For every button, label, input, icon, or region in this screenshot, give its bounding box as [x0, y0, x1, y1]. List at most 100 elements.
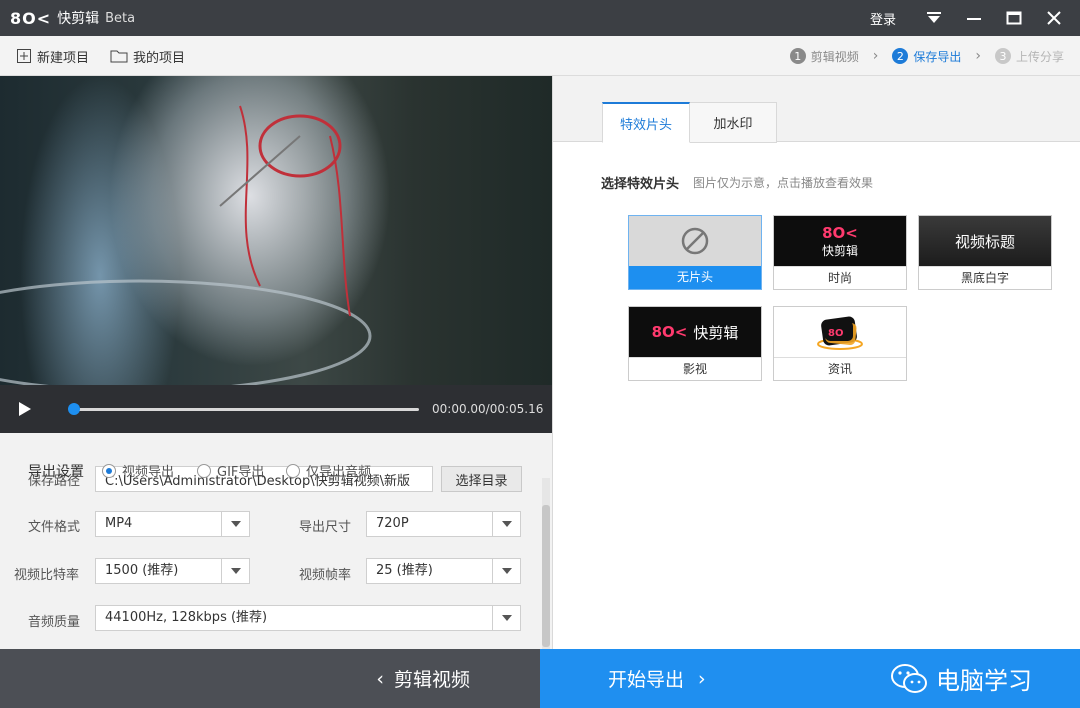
size-select[interactable]: 720P [366, 511, 521, 537]
choose-directory-button[interactable]: 选择目录 [441, 466, 522, 492]
step-upload-share: 3 上传分享 [994, 48, 1064, 65]
radio-audio-only[interactable]: 仅导出音频 [286, 461, 371, 480]
preset-thumb-text: 快剪辑 [693, 323, 739, 342]
format-label: 文件格式 [28, 520, 81, 535]
maximize-button[interactable] [994, 0, 1034, 36]
preset-label: 影视 [629, 357, 761, 380]
prohibited-icon [681, 227, 709, 255]
progress-knob[interactable] [68, 403, 80, 415]
step-label: 剪辑视频 [810, 49, 859, 64]
menu-dropdown-button[interactable] [914, 0, 954, 36]
select-intro-title: 选择特效片头 [601, 177, 680, 192]
login-link[interactable]: 登录 [870, 9, 896, 28]
main-toolbar: 新建项目 我的项目 1 剪辑视频 › 2 保存导出 › 3 上传分享 [0, 36, 1080, 76]
step-indicator: 1 剪辑视频 › 2 保存导出 › 3 上传分享 [789, 36, 1064, 76]
play-icon [19, 402, 31, 416]
start-export-label: 开始导出 [608, 669, 685, 691]
tab-bar: 特效片头 加水印 [553, 76, 1080, 143]
tab-intro-effects[interactable]: 特效片头 [602, 102, 690, 143]
step-label: 保存导出 [913, 49, 962, 64]
settings-scroll-thumb[interactable] [542, 505, 550, 647]
maximize-icon [1006, 11, 1022, 25]
radio-gif-export[interactable]: GIF导出 [197, 461, 264, 480]
progress-track[interactable] [74, 408, 419, 411]
my-projects-label: 我的项目 [133, 50, 186, 66]
back-to-edit-label: 剪辑视频 [393, 669, 470, 691]
timecode: 00:00.00/00:05.16 [432, 402, 544, 416]
watermark-overlay: 电脑学习 [890, 649, 1032, 708]
back-to-edit-button[interactable]: ‹ 剪辑视频 [0, 649, 540, 708]
chevron-right-icon: › [975, 48, 981, 64]
preset-no-intro[interactable]: 无片头 [628, 215, 762, 290]
step-edit-video[interactable]: 1 剪辑视频 [789, 48, 859, 65]
radio-checked-icon [102, 463, 116, 478]
step-number: 3 [994, 48, 1011, 64]
preset-thumb: 8O< 快剪辑 [774, 216, 906, 266]
preset-black-white-text[interactable]: 视频标题 黑底白字 [918, 215, 1052, 290]
dropdown-arrow-icon [221, 559, 249, 583]
start-export-button[interactable]: 开始导出 › 电脑学习 [540, 649, 1080, 708]
intro-effects-panel: 特效片头 加水印 选择特效片头 图片仅为示意，点击播放查看效果 无片头 8O< … [552, 76, 1080, 649]
format-select[interactable]: MP4 [95, 511, 250, 537]
audio-quality-select[interactable]: 44100Hz, 128kbps (推荐) [95, 605, 521, 631]
chevron-left-icon: ‹ [376, 667, 384, 690]
radio-label: 仅导出音频 [306, 465, 372, 480]
bitrate-value: 1500 (推荐) [105, 563, 179, 578]
play-button[interactable] [18, 401, 32, 417]
new-project-button[interactable]: 新建项目 [16, 36, 89, 76]
bitrate-label: 视频比特率 [14, 568, 80, 583]
tab-add-watermark[interactable]: 加水印 [690, 102, 777, 143]
close-button[interactable] [1034, 0, 1074, 36]
app-logo: 8O< [10, 8, 52, 28]
svg-text:8O: 8O [828, 328, 843, 339]
preset-thumb: 8O [774, 307, 906, 357]
preset-thumb-text: 视频标题 [954, 232, 1015, 251]
app-brand: 8O< 快剪辑 Beta [10, 0, 135, 36]
step-save-export[interactable]: 2 保存导出 [892, 48, 961, 65]
plus-box-icon [17, 49, 31, 63]
dropdown-arrow-icon [221, 512, 249, 536]
minimize-icon [967, 18, 981, 20]
audio-quality-value: 44100Hz, 128kbps (推荐) [105, 610, 268, 625]
preset-label: 无片头 [629, 266, 761, 289]
app-edition: Beta [105, 10, 136, 26]
format-value: MP4 [105, 516, 133, 531]
radio-label: 视频导出 [122, 465, 175, 480]
dropdown-arrow-icon [492, 512, 520, 536]
bitrate-select[interactable]: 1500 (推荐) [95, 558, 250, 584]
framerate-label: 视频帧率 [299, 568, 352, 583]
folder-icon [110, 50, 128, 63]
radio-video-export[interactable]: 视频导出 [102, 461, 174, 480]
dropdown-arrow-icon [492, 559, 520, 583]
menu-down-icon [927, 12, 941, 23]
player-controls: 00:00.00/00:05.16 [0, 385, 552, 433]
framerate-value: 25 (推荐) [376, 563, 433, 578]
radio-unchecked-icon [286, 463, 300, 478]
preset-label: 资讯 [774, 357, 906, 380]
my-projects-button[interactable]: 我的项目 [110, 36, 185, 76]
audio-quality-label: 音频质量 [28, 615, 81, 630]
step-number: 2 [892, 48, 909, 64]
video-preview[interactable] [0, 76, 552, 385]
chevron-right-icon: › [872, 48, 879, 64]
preset-thumb-text: 快剪辑 [821, 243, 858, 258]
radio-unchecked-icon [197, 463, 211, 478]
step-number: 1 [789, 48, 806, 64]
minimize-button[interactable] [954, 0, 994, 36]
size-value: 720P [376, 516, 409, 531]
title-bar: 8O< 快剪辑 Beta 登录 [0, 0, 1080, 36]
export-settings-panel: 保存路径 C:\Users\Administrator\Desktop\快剪辑视… [0, 433, 552, 649]
preset-film[interactable]: 8O< 快剪辑 影视 [628, 306, 762, 381]
preset-thumb: 视频标题 [919, 216, 1051, 266]
export-settings-title: 导出设置 [28, 464, 84, 480]
app-logo-mark-icon: 8O< [822, 223, 858, 242]
preset-news[interactable]: 8O 资讯 [773, 306, 907, 381]
new-project-label: 新建项目 [37, 50, 90, 66]
preset-thumb [629, 216, 761, 266]
preset-fashion[interactable]: 8O< 快剪辑 时尚 [773, 215, 907, 290]
step-label: 上传分享 [1015, 49, 1064, 64]
app-name: 快剪辑 [57, 11, 100, 27]
news-badge-icon: 8O [817, 316, 863, 350]
framerate-select[interactable]: 25 (推荐) [366, 558, 521, 584]
select-intro-hint: 图片仅为示意，点击播放查看效果 [693, 176, 874, 190]
